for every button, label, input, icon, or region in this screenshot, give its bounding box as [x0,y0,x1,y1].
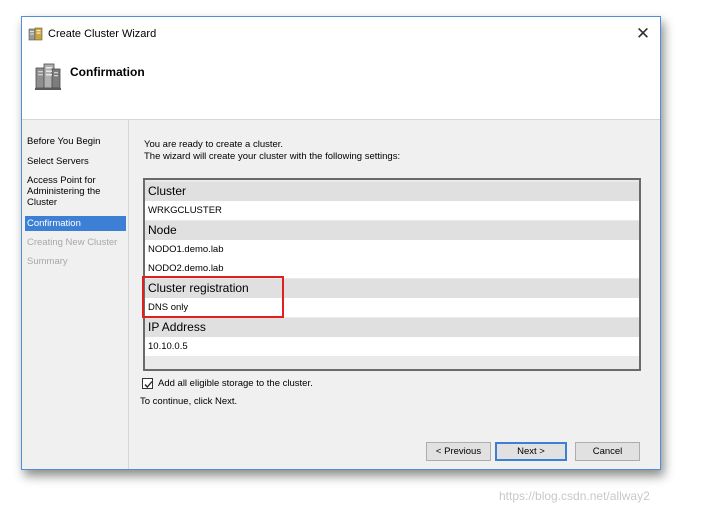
add-storage-checkbox[interactable] [142,378,153,389]
window-title: Create Cluster Wizard [48,28,157,40]
page-title: Confirmation [70,65,145,79]
next-button[interactable]: Next > [495,442,567,461]
intro-line-1: You are ready to create a cluster. [144,139,284,150]
content-pane: You are ready to create a cluster. The w… [129,120,660,469]
nav-step-select-servers[interactable]: Select Servers [25,156,126,167]
nav-step-access-point[interactable]: Access Point for Administering the Clust… [25,175,115,208]
wizard-steps-nav: Before You Begin Select Servers Access P… [22,120,129,469]
node-1-value: NODO1.demo.lab [145,240,639,259]
watermark-text: https://blog.csdn.net/allway2 [499,489,650,503]
continue-hint: To continue, click Next. [140,396,238,407]
cancel-button[interactable]: Cancel [575,442,640,461]
nav-step-before-you-begin[interactable]: Before You Begin [25,136,126,147]
ip-address-value: 10.10.0.5 [145,337,639,356]
cluster-registration-highlight [142,276,284,318]
section-heading-ip-address: IP Address [145,318,639,337]
close-icon[interactable]: ✕ [626,17,660,51]
previous-button[interactable]: < Previous [426,442,491,461]
screenshot-stage: Create Cluster Wizard ✕ Confirmation Bef… [0,0,706,516]
create-cluster-wizard-dialog: Create Cluster Wizard ✕ Confirmation Bef… [21,16,661,470]
settings-summary-panel: Cluster WRKGCLUSTER Node NODO1.demo.lab … [143,178,641,371]
button-bar: < Previous Next > Cancel [129,432,660,469]
title-bar: Create Cluster Wizard ✕ [22,17,660,51]
nav-step-summary: Summary [27,256,68,267]
cluster-wizard-icon [28,26,44,42]
nav-step-creating-new-cluster: Creating New Cluster [27,237,118,248]
intro-line-2: The wizard will create your cluster with… [144,151,401,162]
section-heading-cluster: Cluster [145,182,639,201]
add-storage-label: Add all eligible storage to the cluster. [158,378,313,389]
cluster-name-value: WRKGCLUSTER [145,201,639,220]
server-cluster-icon [34,60,62,92]
wizard-header: Confirmation [22,51,660,120]
checkmark-icon [144,381,153,388]
nav-step-confirmation[interactable]: Confirmation [25,216,126,231]
intro-text: You are ready to create a cluster. The w… [144,139,400,163]
section-heading-node: Node [145,221,639,240]
